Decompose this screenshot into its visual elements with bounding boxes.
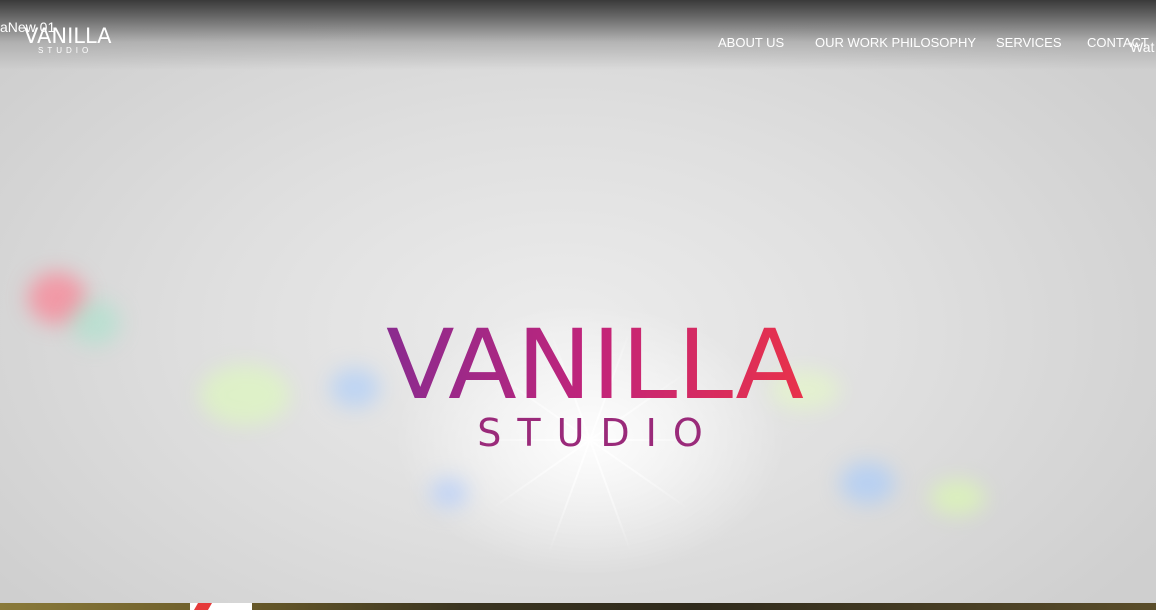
vanilla-studio-logo-svg: VANILLA STUDIO (386, 309, 804, 455)
lens-flare (840, 462, 895, 504)
lens-flare (200, 365, 290, 425)
video-hero: VANILLA STUDIO aNew 01 Wat ABOUT US OUR … (0, 0, 1156, 610)
lens-flare (430, 478, 468, 508)
lens-flare (930, 480, 985, 515)
nav-contact[interactable]: CONTACT (1087, 34, 1149, 52)
lens-flare (70, 300, 120, 345)
next-section-edge (0, 603, 1156, 610)
lens-flare (330, 368, 380, 408)
main-nav: ABOUT US OUR WORK PHILOSOPHY SERVICES CO… (0, 34, 1156, 52)
hero-logo-sub: STUDIO (477, 411, 719, 455)
vanilla-studio-logo: VANILLA STUDIO (380, 300, 810, 460)
nav-services[interactable]: SERVICES (996, 34, 1062, 52)
nav-about-us[interactable]: ABOUT US (718, 34, 784, 52)
nav-our-work-philosophy[interactable]: OUR WORK PHILOSOPHY (815, 34, 976, 52)
hero-logo-word: VANILLA (386, 309, 804, 421)
